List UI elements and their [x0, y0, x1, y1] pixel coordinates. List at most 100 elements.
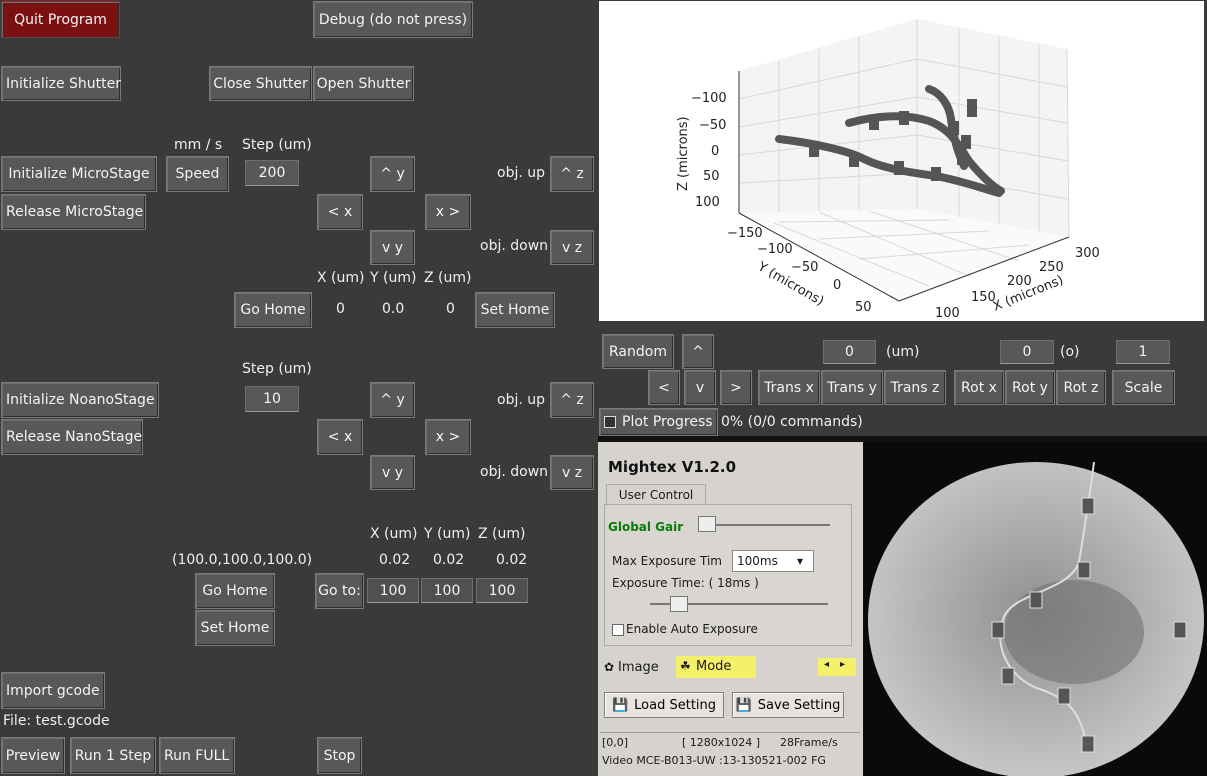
mode-tab-label: Mode: [696, 659, 732, 674]
y-tick-0: −150: [727, 226, 763, 241]
micro-obj-up-label: obj. up: [497, 165, 546, 181]
tab-scroll-arrows[interactable]: ◂ ▸: [818, 658, 856, 676]
rot-unit-label: (o): [1060, 344, 1080, 360]
run-1-step-button[interactable]: Run 1 Step: [70, 737, 156, 774]
nano-obj-up-label: obj. up: [497, 392, 546, 408]
debug-button[interactable]: Debug (do not press): [313, 1, 473, 38]
initialize-nanostage-button[interactable]: Initialize NoanoStage: [1, 382, 159, 418]
x-tick-4: 300: [1075, 246, 1100, 261]
auto-exposure-checkbox[interactable]: [612, 624, 624, 636]
nano-step-input[interactable]: 10: [245, 386, 299, 412]
y-tick-1: −100: [757, 242, 793, 257]
nano-down-y-button[interactable]: v y: [370, 455, 415, 490]
y-tick-3: 0: [833, 278, 841, 293]
micro-down-z-button[interactable]: v z: [550, 230, 594, 265]
micro-set-home-button[interactable]: Set Home: [475, 292, 555, 328]
z-tick-0: −100: [691, 91, 727, 106]
goto-y-input[interactable]: 100: [421, 578, 473, 603]
micro-right-x-button[interactable]: x >: [425, 194, 471, 230]
run-full-button[interactable]: Run FULL: [159, 737, 235, 774]
micro-go-home-button[interactable]: Go Home: [234, 292, 312, 328]
nano-up-z-button[interactable]: ^ z: [550, 382, 594, 418]
quit-button[interactable]: Quit Program: [1, 1, 120, 38]
pan-left-button[interactable]: <: [648, 370, 680, 405]
scale-button[interactable]: Scale: [1112, 370, 1175, 405]
rot-z-button[interactable]: Rot z: [1056, 370, 1106, 405]
y-tick-2: −50: [791, 260, 818, 275]
trans-amount-input[interactable]: 0: [823, 340, 876, 364]
goto-x-input[interactable]: 100: [367, 578, 419, 603]
nano-obj-down-label: obj. down: [480, 464, 549, 480]
nano-right-x-button[interactable]: x >: [425, 419, 471, 455]
micro-up-y-button[interactable]: ^ y: [370, 156, 415, 192]
status-fps: 28Frame/s: [780, 736, 838, 749]
scroll-right-icon[interactable]: ▸: [840, 659, 845, 670]
status-video: Video MCE-B013-UW :13-130521-002 FG: [602, 754, 826, 767]
trans-x-button[interactable]: Trans x: [758, 370, 820, 405]
nano-go-home-button[interactable]: Go Home: [195, 573, 275, 609]
nano-up-y-button[interactable]: ^ y: [370, 382, 415, 418]
global-gain-slider[interactable]: [706, 524, 830, 526]
release-microstage-button[interactable]: Release MicroStage: [1, 194, 146, 230]
max-exposure-select[interactable]: 100ms ▾: [732, 550, 814, 572]
mode-tab[interactable]: ☘ Mode: [676, 656, 756, 678]
import-gcode-button[interactable]: Import gcode: [1, 672, 105, 709]
auto-exposure-label: Enable Auto Exposure: [626, 622, 758, 636]
micro-y-header: Y (um): [370, 270, 417, 286]
max-exposure-value: 100ms: [737, 554, 778, 568]
nano-x-header: X (um): [370, 526, 418, 542]
save-setting-label: Save Setting: [757, 697, 841, 713]
micro-up-z-button[interactable]: ^ z: [550, 156, 594, 192]
pan-right-button[interactable]: >: [720, 370, 752, 405]
dropdown-arrow-icon: ▾: [797, 554, 804, 568]
progress-text: 0% (0/0 commands): [721, 414, 863, 430]
plot-progress-toggle[interactable]: Plot Progress: [599, 408, 718, 436]
trans-unit-label: (um): [886, 344, 920, 360]
scale-input[interactable]: 1: [1116, 340, 1170, 364]
initialize-shutter-button[interactable]: Initialize Shutter: [1, 66, 121, 101]
trans-z-button[interactable]: Trans z: [884, 370, 946, 405]
mightex-panel: Mightex V1.2.0 User Control Global Gair …: [598, 442, 863, 776]
nano-home-coords: (100.0,100.0,100.0): [172, 552, 313, 568]
release-nanostage-button[interactable]: Release NanoStage: [1, 419, 143, 455]
global-gain-thumb[interactable]: [698, 516, 716, 532]
goto-button[interactable]: Go to:: [315, 573, 364, 609]
speed-unit-label: mm / s: [174, 137, 223, 153]
goto-z-input[interactable]: 100: [476, 578, 528, 603]
rot-y-button[interactable]: Rot y: [1005, 370, 1055, 405]
z-tick-1: −50: [699, 118, 726, 133]
nano-step-header: Step (um): [242, 361, 312, 377]
random-button[interactable]: Random: [602, 334, 674, 369]
pan-down-button[interactable]: v: [684, 370, 716, 405]
micro-left-x-button[interactable]: < x: [317, 194, 363, 230]
exposure-thumb[interactable]: [670, 596, 688, 612]
nano-down-z-button[interactable]: v z: [550, 455, 594, 490]
scroll-left-icon[interactable]: ◂: [824, 659, 829, 670]
pan-up-button[interactable]: ^: [682, 334, 714, 369]
nano-set-home-button[interactable]: Set Home: [195, 610, 275, 646]
trans-y-button[interactable]: Trans y: [821, 370, 883, 405]
gcode-file-label: File: test.gcode: [3, 713, 110, 729]
user-control-tab[interactable]: User Control: [606, 484, 706, 505]
micro-down-y-button[interactable]: v y: [370, 230, 415, 265]
micro-z-value: 0: [446, 301, 455, 317]
open-shutter-button[interactable]: Open Shutter: [313, 66, 414, 101]
close-shutter-button[interactable]: Close Shutter: [209, 66, 312, 101]
z-tick-2: 0: [711, 144, 719, 159]
speed-button[interactable]: Speed: [166, 156, 229, 192]
nano-left-x-button[interactable]: < x: [317, 419, 363, 455]
rot-amount-input[interactable]: 0: [1000, 340, 1054, 364]
max-exposure-label: Max Exposure Tim: [612, 554, 722, 568]
initialize-microstage-button[interactable]: Initialize MicroStage: [1, 156, 157, 192]
preview-button[interactable]: Preview: [1, 737, 65, 774]
micro-x-header: X (um): [317, 270, 365, 286]
save-setting-button[interactable]: 💾 Save Setting: [732, 692, 844, 718]
rot-x-button[interactable]: Rot x: [954, 370, 1004, 405]
image-tab[interactable]: ✿ Image: [604, 658, 674, 678]
stop-button[interactable]: Stop: [317, 737, 362, 774]
load-setting-button[interactable]: 💾 Load Setting: [604, 692, 724, 718]
x-tick-0: 100: [935, 306, 960, 321]
micro-step-input[interactable]: 200: [245, 160, 299, 186]
load-setting-label: Load Setting: [634, 697, 717, 713]
plot-progress-checkbox[interactable]: [604, 416, 616, 428]
